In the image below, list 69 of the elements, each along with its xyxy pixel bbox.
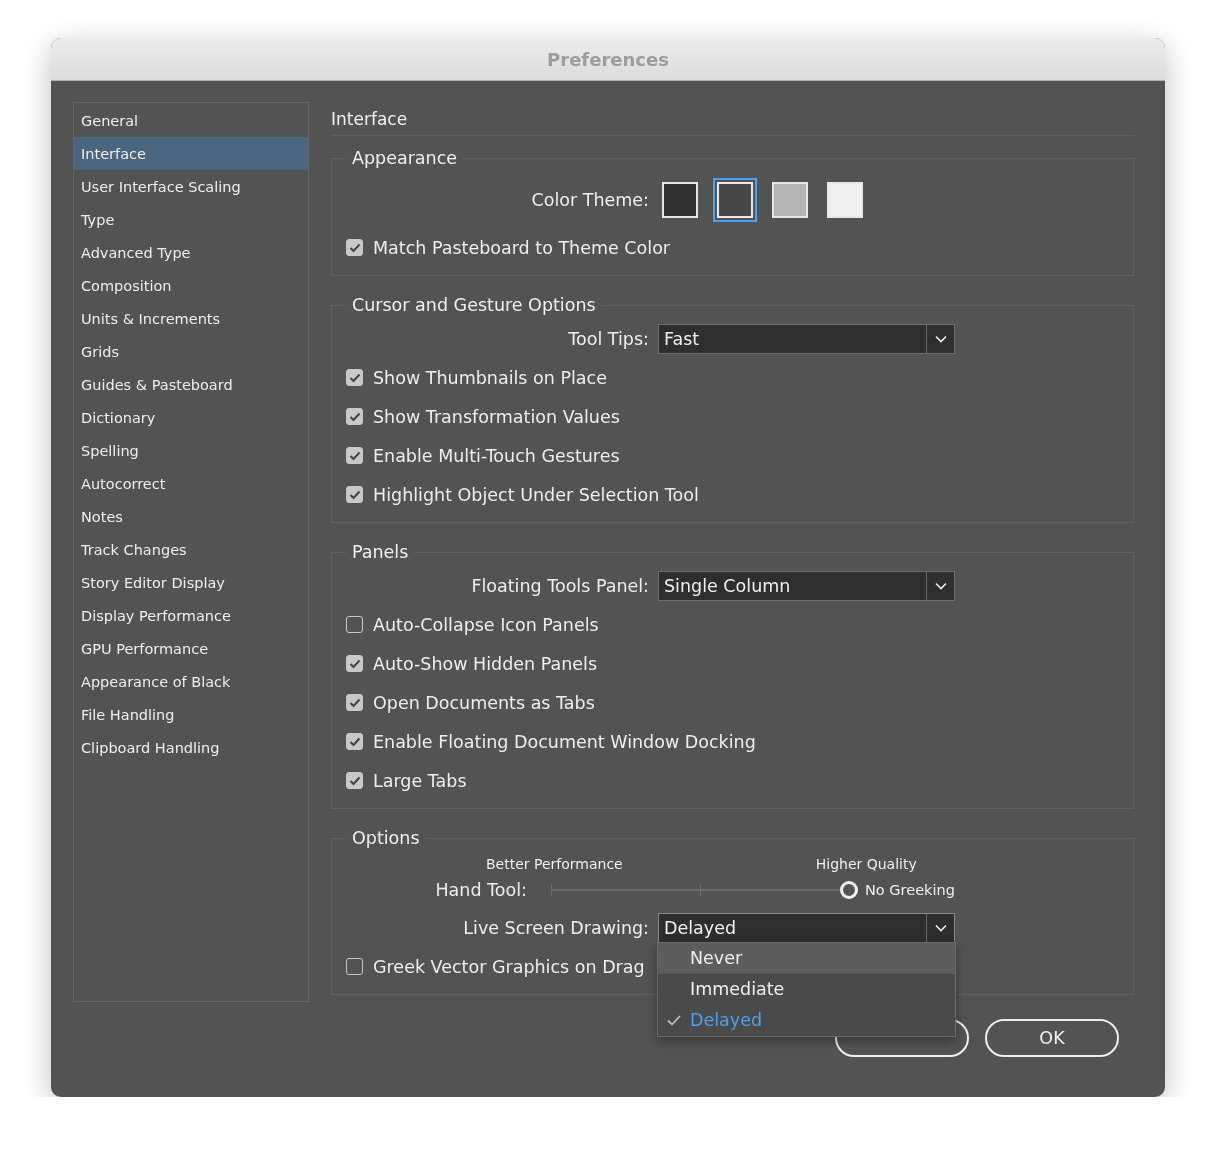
dropdown[interactable]: Single Column (658, 570, 955, 601)
checkbox[interactable] (346, 772, 363, 789)
sidebar-item[interactable]: Advanced Type (74, 236, 308, 269)
checkmark-icon (667, 1014, 681, 1026)
checkbox[interactable] (346, 958, 363, 975)
section-title: Appearance (351, 148, 459, 168)
chevron-down-icon (934, 923, 947, 932)
checkbox-label: Enable Multi-Touch Gestures (373, 445, 620, 466)
chevron-down-icon (934, 581, 947, 590)
sidebar-item[interactable]: Clipboard Handling (74, 731, 308, 764)
field-label: Color Theme: (530, 190, 649, 210)
sidebar-item[interactable]: Story Editor Display (74, 566, 308, 599)
field-label: Floating Tools Panel: (470, 575, 649, 596)
checkbox-label: Auto-Collapse Icon Panels (373, 614, 599, 635)
slider-caption: Higher Quality (815, 856, 917, 872)
checkbox[interactable] (346, 239, 363, 256)
field-label: Live Screen Drawing: (462, 917, 649, 938)
sidebar-item[interactable]: General (74, 104, 308, 137)
slider-caption: Better Performance (486, 856, 623, 872)
dropdown[interactable]: Delayed (658, 912, 955, 943)
checkbox[interactable] (346, 733, 363, 750)
checkbox-label: Greek Vector Graphics on Drag (373, 956, 645, 977)
sidebar-item[interactable]: File Handling (74, 698, 308, 731)
checkbox[interactable] (346, 694, 363, 711)
slider-thumb[interactable] (840, 881, 858, 899)
checkbox-label: Show Thumbnails on Place (373, 367, 607, 388)
sidebar-item[interactable]: Dictionary (74, 401, 308, 434)
checkbox-label: Show Transformation Values (373, 406, 620, 427)
field-label: Tool Tips: (567, 328, 649, 349)
sidebar-item[interactable]: Grids (74, 335, 308, 368)
checkbox-label: Enable Floating Document Window Docking (373, 731, 756, 752)
sidebar-item[interactable]: Guides & Pasteboard (74, 368, 308, 401)
sidebar-item[interactable]: Track Changes (74, 533, 308, 566)
dialog-button[interactable]: OK (985, 1019, 1119, 1057)
checkbox[interactable] (346, 616, 363, 633)
checkbox[interactable] (346, 486, 363, 503)
page-title: Interface (331, 102, 1134, 136)
checkbox-label: Auto-Show Hidden Panels (373, 653, 598, 674)
sidebar-item[interactable]: Composition (74, 269, 308, 302)
checkbox-label: Large Tabs (373, 770, 467, 791)
checkbox-label: Highlight Object Under Selection Tool (373, 484, 699, 505)
slider-value: No Greeking (865, 882, 955, 898)
checkbox[interactable] (346, 447, 363, 464)
sidebar-item[interactable]: GPU Performance (74, 632, 308, 665)
menu-item[interactable]: Never (658, 942, 955, 974)
sidebar-item[interactable]: Display Performance (74, 599, 308, 632)
checkbox-label: Open Documents as Tabs (373, 692, 595, 713)
section-title: Cursor and Gesture Options (351, 295, 597, 315)
sidebar-item[interactable]: Autocorrect (74, 467, 308, 500)
sidebar-item[interactable]: Type (74, 203, 308, 236)
theme-swatch[interactable] (713, 178, 757, 222)
chevron-down-icon (934, 334, 947, 343)
checkbox[interactable] (346, 369, 363, 386)
checkbox-label: Match Pasteboard to Theme Color (373, 237, 671, 258)
sidebar-item[interactable]: User Interface Scaling (74, 170, 308, 203)
sidebar-item[interactable]: Spelling (74, 434, 308, 467)
checkbox[interactable] (346, 408, 363, 425)
sidebar-item[interactable]: Units & Increments (74, 302, 308, 335)
dialog-button[interactable] (835, 1019, 969, 1057)
sidebar-item[interactable]: Appearance of Black (74, 665, 308, 698)
menu-item[interactable]: Immediate (658, 973, 955, 1005)
section-title: Panels (351, 542, 410, 562)
dropdown[interactable]: Fast (658, 323, 955, 354)
sidebar-item[interactable]: Interface (74, 137, 308, 170)
section-title: Options (351, 828, 421, 848)
field-label: Hand Tool: (434, 880, 527, 900)
sidebar-item[interactable]: Notes (74, 500, 308, 533)
checkbox[interactable] (346, 655, 363, 672)
window-title: Preferences (547, 48, 669, 70)
